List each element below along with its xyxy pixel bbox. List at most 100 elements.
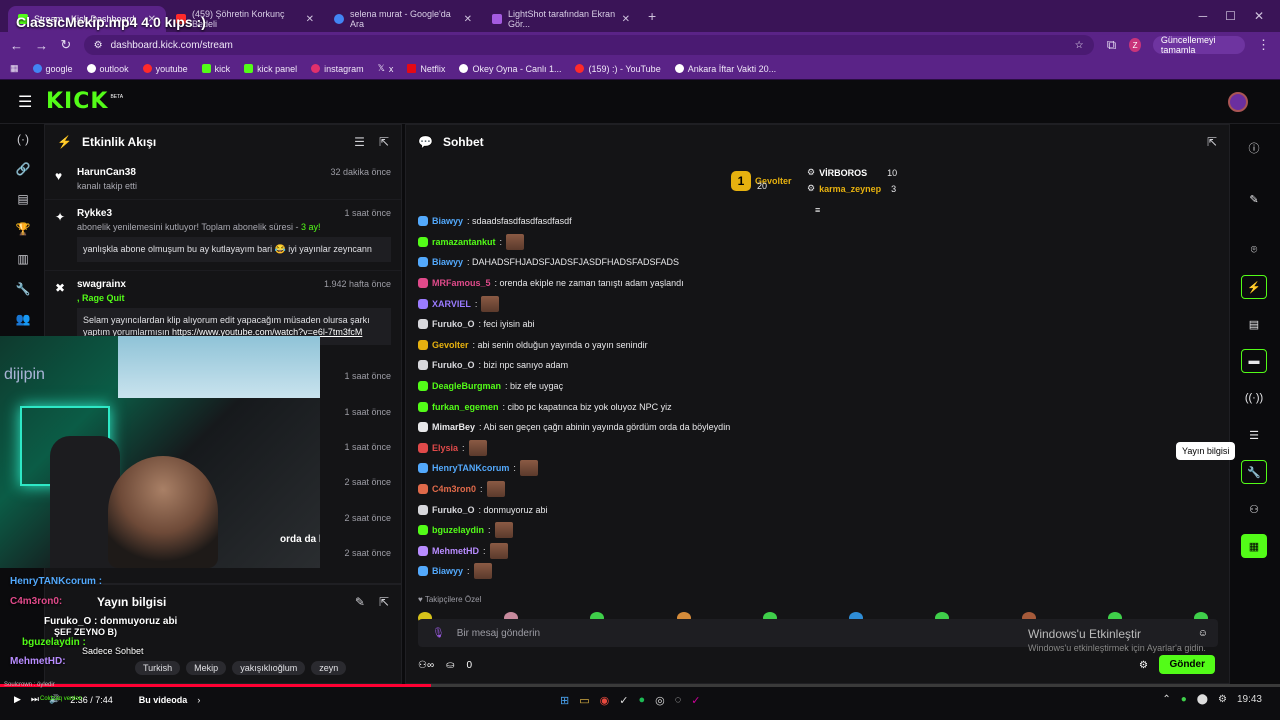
bookmark-iftar[interactable]: Ankara İftar Vakti 20... (674, 64, 776, 74)
chat-username[interactable]: Furuko_O (432, 319, 475, 329)
info-icon[interactable]: ⓘ (1241, 136, 1267, 160)
layout-icon[interactable]: ▥ (17, 252, 28, 266)
popout-icon[interactable]: ⇱ (379, 135, 389, 149)
apps-icon[interactable]: ▦ (10, 63, 19, 74)
kick-logo[interactable]: KICK (46, 89, 108, 114)
app-icon[interactable]: ✓ (619, 694, 628, 707)
chat-username[interactable]: Elysia (432, 443, 458, 453)
send-button[interactable]: Gönder (1159, 655, 1215, 674)
chat-username[interactable]: XARVIEL (432, 299, 471, 309)
hamburger-menu-icon[interactable]: ☰ (18, 92, 38, 112)
chat-username[interactable]: HenryTANKcorum (432, 463, 509, 473)
video-progress[interactable] (0, 684, 1280, 687)
chat-username[interactable]: C4m3ron0 (432, 484, 476, 494)
app-icon[interactable]: ◎ (655, 694, 665, 707)
tag[interactable]: Mekip (186, 661, 227, 675)
users-icon[interactable]: 👥 (16, 312, 31, 326)
bookmark-netflix[interactable]: Netflix (407, 64, 445, 74)
bookmark-kick-panel[interactable]: kick panel (244, 64, 297, 74)
menu-icon[interactable]: ⋮ (1257, 37, 1270, 53)
emoji-icon[interactable]: ☺ (1198, 628, 1208, 639)
chat-username[interactable]: MehmetHD (432, 546, 479, 556)
address-bar[interactable]: ⚙ dashboard.kick.com/stream ☆ (83, 35, 1094, 55)
bookmark-outlook[interactable]: outlook (86, 64, 129, 74)
settings-icon[interactable]: ⚙ (1139, 660, 1148, 671)
close-icon[interactable]: ✕ (306, 14, 314, 25)
lightshot-icon[interactable]: ✓ (691, 694, 700, 707)
kick-avatar-icon[interactable]: ▦ (1241, 534, 1267, 558)
close-icon[interactable]: ✕ (464, 14, 472, 25)
play-icon[interactable]: ▶ (14, 694, 21, 705)
pencil-icon[interactable]: ✎ (1241, 187, 1267, 211)
in-video-button[interactable]: Bu videoda (139, 695, 188, 705)
profile-avatar[interactable]: Z (1129, 38, 1141, 52)
settings-icon[interactable]: ⚙ (1218, 694, 1227, 705)
user-avatar[interactable] (1228, 92, 1248, 112)
popout-icon[interactable]: ⇱ (379, 595, 389, 609)
bookmark-youtube[interactable]: youtube (142, 64, 188, 74)
reload-icon[interactable]: ↻ (60, 37, 72, 53)
chevron-up-icon[interactable]: ⌃ (1162, 694, 1170, 705)
live-icon[interactable]: (·) (17, 132, 29, 146)
camera-icon[interactable]: ⌾ (1241, 238, 1267, 262)
bookmark-x[interactable]: 𝕏x (378, 63, 394, 74)
chrome-icon[interactable]: ◉ (600, 694, 610, 707)
next-icon[interactable]: ⏭ (31, 694, 39, 705)
tag[interactable]: zeyn (311, 661, 347, 675)
bookmark-youtube-2[interactable]: (159) :) - YouTube (575, 64, 661, 74)
trophy-icon[interactable]: 🏆 (16, 222, 31, 236)
file-explorer-icon[interactable]: ▭ (579, 694, 589, 707)
spotify-icon[interactable]: ● (638, 694, 645, 707)
minimize-icon[interactable]: ─ (1199, 9, 1208, 23)
chat-icon[interactable]: ▬ (1241, 349, 1267, 373)
chat-username[interactable]: MimarBey (432, 422, 475, 432)
tag[interactable]: Turkish (135, 661, 181, 675)
chat-username[interactable]: Gevolter (432, 340, 469, 350)
new-tab-icon[interactable]: + (648, 8, 656, 24)
tag[interactable]: yakışıklıoğlum (232, 661, 306, 675)
close-window-icon[interactable]: ✕ (1254, 9, 1264, 23)
chat-username[interactable]: DeagleBurgman (432, 381, 501, 391)
bookmark-star-icon[interactable]: ☆ (1075, 40, 1084, 51)
chat-username[interactable]: Biawyy (432, 257, 463, 267)
network-icon[interactable]: ● (1181, 694, 1187, 705)
chevron-right-icon[interactable]: › (197, 695, 200, 705)
chat-username[interactable]: Biawyy (432, 216, 463, 226)
chat-username[interactable]: Furuko_O (432, 505, 475, 515)
bookmark-google[interactable]: google (32, 64, 73, 74)
browser-tab[interactable]: LightShot tarafından Ekran Gör... ✕ (482, 6, 640, 32)
windows-start-icon[interactable]: ⊞ (560, 694, 569, 707)
analytics-icon[interactable]: ▤ (17, 192, 28, 206)
chat-username[interactable]: MRFamous_5 (432, 278, 491, 288)
gift-box-icon[interactable]: ⛀ (446, 660, 454, 671)
top-gifter[interactable]: ⚙ VİRBOROS 10 (807, 167, 897, 178)
lightning-icon[interactable]: ⚡ (1241, 275, 1267, 299)
document-icon[interactable]: ▤ (1241, 312, 1267, 336)
layers-icon[interactable]: ☰ (1241, 423, 1267, 447)
toggle-icon[interactable]: ⬤ (1197, 694, 1208, 705)
users-icon[interactable]: ⚇ (1241, 497, 1267, 521)
top-gifter[interactable]: ⚙ karma_zeynep 3 (807, 183, 896, 194)
chat-username[interactable]: ramazantankut (432, 237, 496, 247)
forward-icon[interactable]: → (35, 38, 48, 53)
link-icon[interactable]: 🔗 (16, 162, 31, 176)
close-icon[interactable]: ✕ (622, 14, 630, 25)
wrench-icon[interactable]: 🔧 (16, 282, 31, 296)
bookmark-okey[interactable]: Okey Oyna - Canlı 1... (459, 64, 561, 74)
update-button[interactable]: Güncellemeyi tamamla (1152, 35, 1246, 55)
bookmark-instagram[interactable]: instagram (311, 64, 364, 74)
maximize-icon[interactable]: ☐ (1225, 9, 1236, 23)
edit-icon[interactable]: ✎ (355, 595, 365, 609)
browser-tab[interactable]: selena murat - Google'da Ara ✕ (324, 6, 482, 32)
microphone-icon[interactable]: 🎙 (432, 628, 445, 639)
site-info-icon[interactable]: ⚙ (94, 40, 103, 51)
chat-username[interactable]: bguzelaydin (432, 525, 484, 535)
broadcast-icon[interactable]: ((·)) (1241, 386, 1267, 410)
bookmark-kick[interactable]: kick (201, 64, 230, 74)
chat-username[interactable]: Furuko_O (432, 360, 475, 370)
share-icon[interactable]: ⚇∞ (418, 660, 434, 671)
chat-username[interactable]: furkan_egemen (432, 402, 499, 412)
filter-icon[interactable]: ☰ (354, 135, 365, 149)
wrench-icon[interactable]: 🔧 (1241, 460, 1267, 484)
chat-username[interactable]: Biawyy (432, 566, 463, 576)
